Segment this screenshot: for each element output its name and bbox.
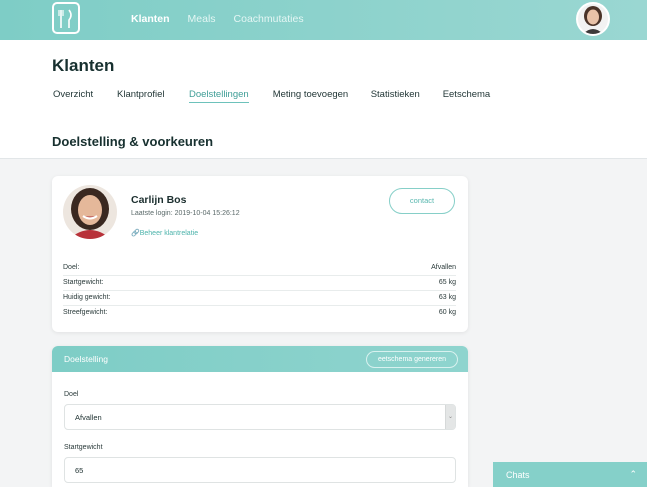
stat-label: Startgewicht: [63,279,104,286]
chevron-up-icon: ⌃ [629,469,637,479]
select-arrow-icon: ⌄ [445,405,455,429]
top-navbar: Klanten Meals Coachmutaties [0,0,647,40]
tab-eetschema[interactable]: Eetschema [443,89,491,103]
page-title: Klanten [52,56,115,75]
profile-avatar [63,185,117,239]
main-nav: Klanten Meals Coachmutaties [131,13,304,25]
tab-overzicht[interactable]: Overzicht [53,89,117,103]
stat-label: Streefgewicht: [63,309,108,316]
stat-label: Huidig gewicht: [63,294,111,301]
profile-card: Carlijn Bos Laatste login: 2019-10-04 15… [52,176,468,332]
tab-klantprofiel[interactable]: Klantprofiel [117,89,189,103]
goal-panel-title: Doelstelling [64,354,108,364]
startgewicht-input[interactable]: 65 [64,457,456,483]
startgewicht-input-value: 65 [75,466,84,475]
client-stats: Doel: Afvallen Startgewicht: 65 kg Huidi… [63,261,456,321]
doel-label: Doel [64,391,79,398]
link-icon: 🔗 [131,230,140,237]
nav-item-klanten[interactable]: Klanten [131,13,170,25]
generate-meal-plan-button[interactable]: eetschema genereren [366,351,458,368]
doel-select[interactable]: Afvallen ⌄ [64,404,456,430]
stat-value: 63 kg [438,294,456,301]
manage-relation-link[interactable]: 🔗Beheer klantrelatie [131,229,198,237]
startgewicht-label: Startgewicht [64,444,103,451]
stat-value: 65 kg [438,279,456,286]
stat-value: Afvallen [431,264,456,271]
client-name: Carlijn Bos [131,194,187,206]
chats-widget[interactable]: Chats ⌃ [493,462,647,487]
stat-row-streefgewicht: Streefgewicht: 60 kg [63,306,456,321]
stat-value: 60 kg [438,309,456,316]
logo-icon[interactable] [52,2,80,34]
tab-bar: Overzicht Klantprofiel Doelstellingen Me… [53,89,490,103]
nav-item-meals[interactable]: Meals [188,13,216,25]
last-login: Laatste login: 2019-10-04 15:26:12 [131,210,240,217]
nav-item-coachmutaties[interactable]: Coachmutaties [234,13,304,25]
stat-label: Doel: [63,264,80,271]
goal-panel-header: Doelstelling eetschema genereren [52,346,468,372]
stat-row-huidig-gewicht: Huidig gewicht: 63 kg [63,291,456,306]
contact-button[interactable]: contact [389,188,455,214]
goal-panel: Doelstelling eetschema genereren Doel Af… [52,346,468,487]
stat-row-startgewicht: Startgewicht: 65 kg [63,276,456,291]
manage-relation-label: Beheer klantrelatie [139,230,199,237]
stat-row-doel: Doel: Afvallen [63,261,456,276]
tab-meting-toevoegen[interactable]: Meting toevoegen [273,89,371,103]
chats-label: Chats [506,470,530,480]
tab-doelstellingen[interactable]: Doelstellingen [189,89,249,103]
avatar[interactable] [576,2,610,36]
page-header: Klanten Overzicht Klantprofiel Doelstell… [0,40,647,159]
tab-statistieken[interactable]: Statistieken [371,89,443,103]
doel-select-value: Afvallen [75,413,102,422]
section-title: Doelstelling & voorkeuren [52,134,214,149]
